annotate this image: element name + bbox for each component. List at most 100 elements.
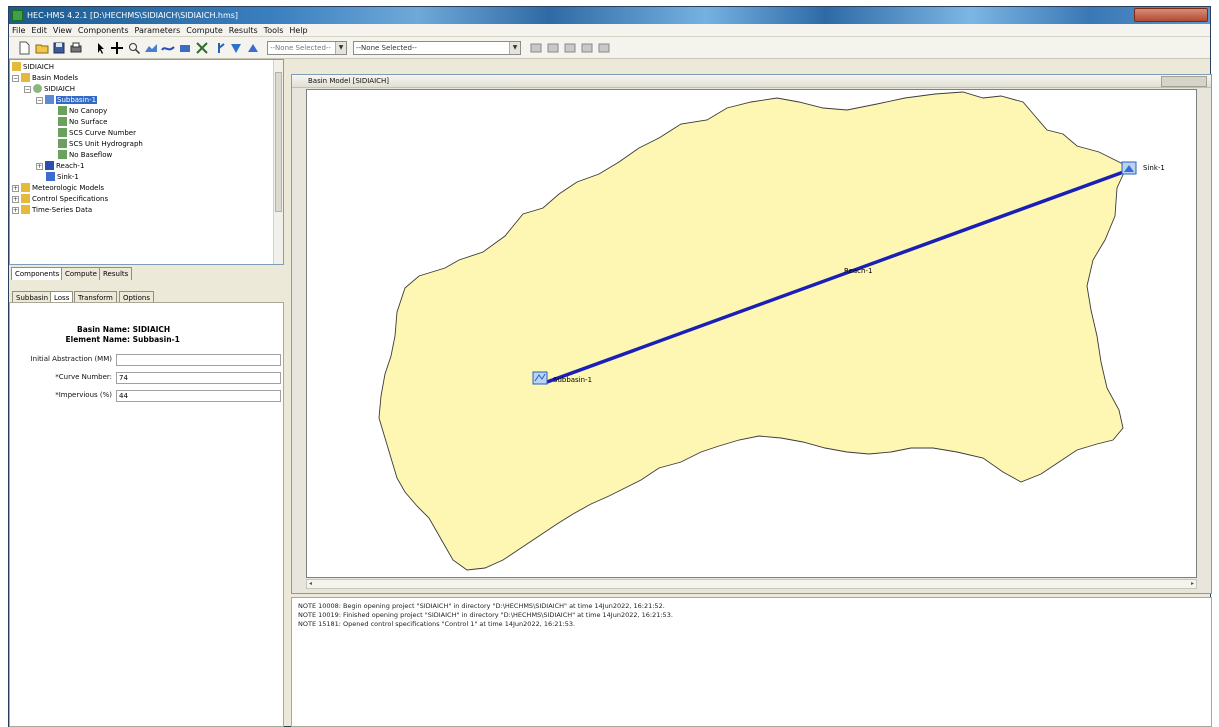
tree-label: Sink-1 [57,173,79,181]
expand-icon[interactable]: + [36,163,43,170]
save-icon[interactable] [52,41,66,55]
tree-item-control[interactable]: + Control Specifications [12,194,108,205]
tree-label: Meteorologic Models [32,184,105,192]
watershed-polygon[interactable] [378,91,1128,571]
basin-icon [33,84,42,93]
element-name-label: Element Name: [65,335,130,344]
basin-map-canvas[interactable]: Sink-1 Reach-1 Subbasin-1 [306,89,1197,578]
tree-label: Reach-1 [56,162,85,170]
tree-item-meteorologic[interactable]: + Meteorologic Models [12,183,104,194]
log-line: NOTE 15181: Opened control specification… [298,620,576,628]
tree-item-basin[interactable]: − SIDIAICH [24,84,75,95]
subbasin-tool-icon[interactable] [144,41,158,55]
tree-item-subbasin[interactable]: − Subbasin-1 [36,95,98,106]
results-graph-icon[interactable] [563,41,577,55]
sink-label: Sink-1 [1143,164,1165,172]
basin-window-controls[interactable] [1161,76,1207,87]
folder-icon [21,205,30,214]
subbasin-marker[interactable] [532,371,548,385]
impervious-input[interactable]: 44 [116,390,281,402]
menu-help[interactable]: Help [286,24,310,37]
sink-tool-icon[interactable] [246,41,260,55]
collapse-icon[interactable]: − [24,86,31,93]
menu-view[interactable]: View [50,24,75,37]
toolbar: --None Selected-- ▼ --None Selected-- ▼ [9,37,1210,59]
menu-file[interactable]: File [9,24,28,37]
basin-map[interactable] [307,90,1197,578]
reach-tool-icon[interactable] [161,41,175,55]
method-icon [58,150,67,159]
panel-tabs: Components Compute Results [11,267,281,280]
tree-item-sink[interactable]: Sink-1 [46,172,79,183]
compute-all-icon[interactable] [546,41,560,55]
zoom-icon[interactable] [127,41,141,55]
tab-components[interactable]: Components [11,267,64,280]
initial-abstraction-input[interactable] [116,354,281,366]
log-line: NOTE 10008: Begin opening project "SIDIA… [298,602,665,610]
tree-label: No Canopy [69,107,108,115]
tree-label: SCS Unit Hydrograph [69,140,143,148]
menu-parameters[interactable]: Parameters [132,24,184,37]
tab-compute[interactable]: Compute [61,267,101,280]
tab-results[interactable]: Results [99,267,133,280]
pan-tool-icon[interactable] [110,41,124,55]
menu-components[interactable]: Components [75,24,132,37]
tree-item-reach[interactable]: + Reach-1 [36,161,84,172]
tree-label-selected: Subbasin-1 [56,96,98,104]
menu-edit[interactable]: Edit [28,24,50,37]
scroll-right-icon[interactable]: ▸ [1191,580,1194,587]
reservoir-tool-icon[interactable] [178,41,192,55]
tree-item-method[interactable]: SCS Unit Hydrograph [58,139,143,150]
collapse-icon[interactable]: − [36,97,43,104]
title-bar: HEC-HMS 4.2.1 [D:\HECHMS\SIDIAICH\SIDIAI… [9,7,1210,24]
scrollbar-thumb[interactable] [275,72,282,212]
expand-icon[interactable]: + [12,207,19,214]
junction-tool-icon[interactable] [195,41,209,55]
basin-horizontal-scrollbar[interactable]: ◂ ▸ [306,579,1197,589]
results-table-icon[interactable] [597,41,611,55]
subbasin-label: Subbasin-1 [553,376,593,384]
tree-root[interactable]: SIDIAICH [12,62,54,73]
app-icon [12,10,23,21]
selector-dropdown-2[interactable]: --None Selected-- ▼ [353,41,521,55]
tree-item-method[interactable]: SCS Curve Number [58,128,136,139]
menu-results[interactable]: Results [226,24,261,37]
menu-compute[interactable]: Compute [183,24,225,37]
reach-label: Reach-1 [844,267,873,275]
expand-icon[interactable]: + [12,185,19,192]
tree-item-method[interactable]: No Baseflow [58,150,112,161]
collapse-icon[interactable]: − [12,75,19,82]
tree-item-timeseries[interactable]: + Time-Series Data [12,205,92,216]
new-file-icon[interactable] [17,41,31,55]
sink-marker[interactable] [1121,161,1137,175]
compute-icon[interactable] [529,41,543,55]
folder-icon [21,183,30,192]
element-name-row: Element Name: Subbasin-1 [40,335,280,344]
method-icon [58,139,67,148]
expand-icon[interactable]: + [12,196,19,203]
curve-number-input[interactable]: 74 [116,372,281,384]
menu-tools[interactable]: Tools [261,24,287,37]
method-icon [58,106,67,115]
tree-item-method[interactable]: No Surface [58,117,107,128]
chevron-down-icon: ▼ [335,42,346,54]
window-controls[interactable] [1134,8,1208,22]
results-summary-icon[interactable] [580,41,594,55]
component-editor: Basin Name: SIDIAICH Element Name: Subba… [9,302,284,727]
arrow-tool-icon[interactable] [93,41,107,55]
initial-abstraction-label: Initial Abstraction (MM) [30,355,112,363]
diversion-tool-icon[interactable] [212,41,226,55]
tree-item-basin-models[interactable]: − Basin Models [12,73,78,84]
element-name-value: Subbasin-1 [132,335,180,344]
print-icon[interactable] [69,41,83,55]
selector-2-value: --None Selected-- [356,44,417,52]
selector-dropdown-1[interactable]: --None Selected-- ▼ [267,41,347,55]
folder-icon [21,194,30,203]
scroll-left-icon[interactable]: ◂ [309,580,312,587]
open-folder-icon[interactable] [35,41,49,55]
tree-scrollbar[interactable] [273,60,283,264]
reach-icon [45,161,54,170]
source-tool-icon[interactable] [229,41,243,55]
tree-item-method[interactable]: No Canopy [58,106,107,117]
tree-label: Control Specifications [32,195,109,203]
